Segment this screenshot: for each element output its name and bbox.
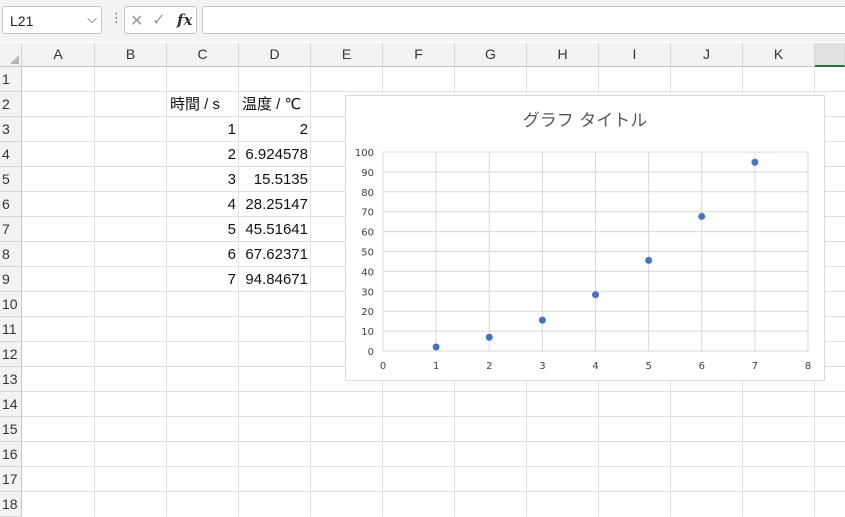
grid-line [22,391,845,392]
cell-d6[interactable]: 28.25147 [239,192,311,217]
row-header-17[interactable]: 17 [0,467,22,492]
grid-line [22,466,845,467]
data-point[interactable] [485,333,493,341]
y-tick-label: 10 [361,327,374,338]
cell-d5[interactable]: 15.5135 [239,167,311,192]
cell-c7[interactable]: 5 [167,217,239,242]
cell-d9[interactable]: 94.84671 [239,267,311,292]
y-tick-label: 80 [361,188,374,199]
row-header-16[interactable]: 16 [0,442,22,467]
cell-d4[interactable]: 6.924578 [239,142,311,167]
cell-c6[interactable]: 4 [167,192,239,217]
cell-d2-temp-header[interactable]: 温度 / ℃ [239,92,311,117]
row-header-14[interactable]: 14 [0,392,22,417]
x-tick-label: 1 [433,361,439,372]
x-tick-label: 4 [592,361,598,372]
row-header-8[interactable]: 8 [0,242,22,267]
chart-title[interactable]: グラフ タイトル [523,111,647,131]
row-header-15[interactable]: 15 [0,417,22,442]
y-tick-label: 20 [361,307,374,318]
check-icon[interactable]: ✓ [152,10,165,30]
select-all-button[interactable] [0,43,22,67]
cell-c3[interactable]: 1 [167,117,239,142]
column-header-i[interactable]: I [599,43,671,67]
row-header-11[interactable]: 11 [0,317,22,342]
row-header-7[interactable]: 7 [0,217,22,242]
cell-c9[interactable]: 7 [167,267,239,292]
data-point[interactable] [751,158,759,166]
grid-line [22,491,845,492]
column-header-f[interactable]: F [383,43,455,67]
select-all-icon [10,55,19,64]
data-point[interactable] [645,256,653,264]
x-tick-label: 7 [752,361,758,372]
column-header-b[interactable]: B [95,43,167,67]
column-header-c[interactable]: C [167,43,239,67]
row-header-2[interactable]: 2 [0,92,22,117]
cell-d7[interactable]: 45.51641 [239,217,311,242]
name-box-value: L21 [10,13,34,29]
y-tick-label: 70 [361,208,374,219]
grid-line [22,91,845,92]
data-point[interactable] [538,316,546,324]
row-header-6[interactable]: 6 [0,192,22,217]
column-header-l[interactable] [815,43,845,67]
column-header-a[interactable]: A [22,43,95,67]
column-header-e[interactable]: E [311,43,383,67]
column-header-j[interactable]: J [671,43,743,67]
formula-bar: L21 ⌵ ⋮ ✕ ✓ fx [0,0,845,42]
row-header-10[interactable]: 10 [0,292,22,317]
grid-line [22,441,845,442]
cell-c4[interactable]: 2 [167,142,239,167]
y-tick-label: 0 [368,347,374,358]
row-header-5[interactable]: 5 [0,167,22,192]
row-header-1[interactable]: 1 [0,67,22,92]
formula-input[interactable] [202,6,845,34]
x-tick-label: 6 [699,361,705,372]
cell-d8[interactable]: 67.62371 [239,242,311,267]
y-tick-label: 100 [355,148,374,159]
x-tick-label: 3 [539,361,545,372]
row-header-12[interactable]: 12 [0,342,22,367]
formula-buttons: ✕ ✓ fx [124,6,197,34]
x-tick-label: 5 [645,361,651,372]
cell-d3[interactable]: 2 [239,117,311,142]
row-header-3[interactable]: 3 [0,117,22,142]
y-tick-label: 30 [361,287,374,298]
chart-plot: グラフ タイトル 0 10 20 30 40 50 60 70 80 90 100 0 1 2 3 4 5 6 7 8 [355,111,811,372]
x-tick-label: 8 [805,361,811,372]
name-box[interactable]: L21 ⌵ [2,6,102,34]
x-tick-label: 0 [380,361,386,372]
grid-line [22,416,845,417]
chevron-down-icon[interactable]: ⌵ [87,11,97,27]
column-header-d[interactable]: D [239,43,311,67]
column-header-k[interactable]: K [743,43,815,67]
data-point[interactable] [698,212,706,220]
row-header-13[interactable]: 13 [0,367,22,392]
column-header-g[interactable]: G [455,43,527,67]
x-tick-label: 2 [486,361,492,372]
cell-c2-time-header[interactable]: 時間 / s [167,92,239,117]
column-header-h[interactable]: H [527,43,599,67]
y-tick-label: 60 [361,228,374,239]
cell-c8[interactable]: 6 [167,242,239,267]
y-tick-label: 40 [361,267,374,278]
y-tick-label: 90 [361,168,374,179]
cancel-icon[interactable]: ✕ [130,11,143,31]
scatter-chart[interactable]: グラフ タイトル 0 10 20 30 40 50 60 70 80 90 100 0 1 2 3 4 5 6 7 8 [345,95,825,381]
cell-c5[interactable]: 3 [167,167,239,192]
more-options-icon[interactable]: ⋮ [110,10,123,26]
data-point[interactable] [432,343,440,351]
row-header-18[interactable]: 18 [0,492,22,517]
row-header-4[interactable]: 4 [0,142,22,167]
row-header-9[interactable]: 9 [0,267,22,292]
y-tick-label: 50 [361,248,374,259]
insert-function-button[interactable]: fx [177,11,192,29]
data-point[interactable] [592,291,599,299]
